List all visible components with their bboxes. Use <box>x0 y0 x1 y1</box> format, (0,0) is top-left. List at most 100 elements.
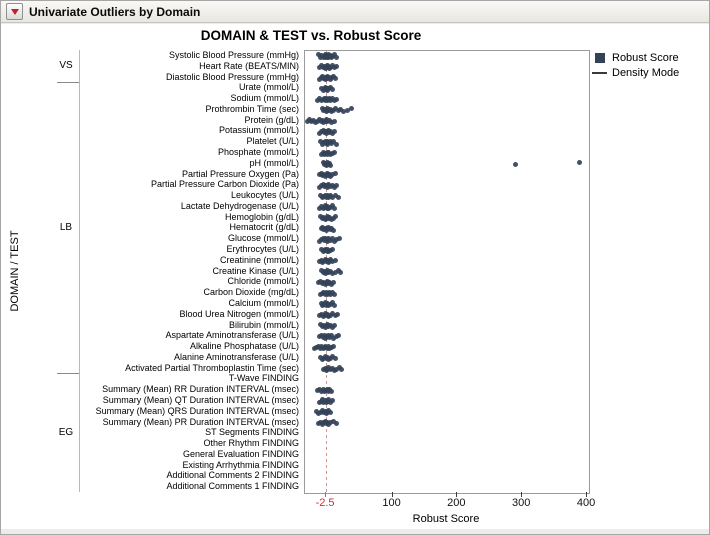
y-axis-row-label[interactable]: Diastolic Blood Pressure (mmHg) <box>89 72 299 83</box>
data-point[interactable] <box>332 303 337 308</box>
domain-group-label[interactable]: VS <box>53 60 79 71</box>
data-point[interactable] <box>328 410 333 415</box>
data-point[interactable] <box>335 312 340 317</box>
data-point[interactable] <box>328 163 333 168</box>
y-axis-row-label[interactable]: Creatinine (mmol/L) <box>89 255 299 266</box>
x-axis-tick-label[interactable]: 100 <box>372 497 412 509</box>
y-axis-row-label[interactable]: Sodium (mmol/L) <box>89 93 299 104</box>
y-axis-row-label[interactable]: Platelet (U/L) <box>89 136 299 147</box>
data-point[interactable] <box>333 214 338 219</box>
y-axis-row-label[interactable]: Carbon Dioxide (mg/dL) <box>89 287 299 298</box>
domain-group-label[interactable]: EG <box>53 427 79 438</box>
square-glyph <box>595 53 605 63</box>
data-point[interactable] <box>329 389 334 394</box>
y-axis-row-label[interactable]: Alkaline Phosphatase (U/L) <box>89 341 299 352</box>
y-axis-row-label[interactable]: Systolic Blood Pressure (mmHg) <box>89 50 299 61</box>
y-axis-row-label[interactable]: Creatine Kinase (U/L) <box>89 266 299 277</box>
y-axis-row-label[interactable]: General Evaluation FINDING <box>89 449 299 460</box>
density-mode-line-icon <box>592 68 607 79</box>
data-point[interactable] <box>333 258 338 263</box>
y-axis-row-label[interactable]: Prothrombin Time (sec) <box>89 104 299 115</box>
y-axis-row-label[interactable]: Summary (Mean) RR Duration INTERVAL (mse… <box>89 384 299 395</box>
y-axis-row-label[interactable]: Additional Comments 2 FINDING <box>89 470 299 481</box>
data-point[interactable] <box>333 356 338 361</box>
y-axis-row-label[interactable]: Existing Arrhythmia FINDING <box>89 460 299 471</box>
data-point[interactable] <box>334 183 339 188</box>
data-point[interactable] <box>330 398 335 403</box>
data-point[interactable] <box>331 228 336 233</box>
data-point[interactable] <box>334 142 339 147</box>
y-axis-row-label[interactable]: Hematocrit (g/dL) <box>89 222 299 233</box>
y-axis-row-label[interactable]: Summary (Mean) QRS Duration INTERVAL (ms… <box>89 406 299 417</box>
y-axis-row-label[interactable]: Hemoglobin (g/dL) <box>89 212 299 223</box>
data-point[interactable] <box>336 333 341 338</box>
y-axis-row-label[interactable]: Activated Partial Thromboplastin Time (s… <box>89 363 299 374</box>
data-point[interactable] <box>332 129 337 134</box>
x-axis-title: Robust Score <box>304 513 588 525</box>
y-axis-row-label[interactable]: Glucose (mmol/L) <box>89 233 299 244</box>
data-point[interactable] <box>334 421 339 426</box>
data-point[interactable] <box>332 119 337 124</box>
domain-divider-tick <box>57 373 79 374</box>
data-point[interactable] <box>332 323 337 328</box>
chart-title: DOMAIN & TEST vs. Robust Score <box>31 28 591 43</box>
y-axis-row-label[interactable]: Erythrocytes (U/L) <box>89 244 299 255</box>
line-glyph <box>592 72 607 74</box>
data-point[interactable] <box>338 270 343 275</box>
legend-item[interactable]: Robust Score <box>592 52 679 64</box>
data-point[interactable] <box>330 247 335 252</box>
y-axis-row-label[interactable]: Urate (mmol/L) <box>89 82 299 93</box>
y-axis-row-label[interactable]: Calcium (mmol/L) <box>89 298 299 309</box>
screen: { "window": { "title": "Univariate Outli… <box>0 0 710 535</box>
x-axis-tick-label[interactable]: 200 <box>436 497 476 509</box>
plot-frame[interactable] <box>304 50 590 494</box>
robust-score-marker-icon <box>592 53 607 64</box>
x-axis-tick-label[interactable]: 400 <box>566 497 606 509</box>
data-point[interactable] <box>334 64 339 69</box>
report-title: Univariate Outliers by Domain <box>29 5 200 19</box>
y-axis-row-label[interactable]: Partial Pressure Carbon Dioxide (Pa) <box>89 179 299 190</box>
data-point[interactable] <box>333 171 338 176</box>
y-axis-row-label[interactable]: pH (mmol/L) <box>89 158 299 169</box>
y-axis-row-label[interactable]: Other Rhythm FINDING <box>89 438 299 449</box>
y-axis-row-label[interactable]: Summary (Mean) PR Duration INTERVAL (mse… <box>89 417 299 428</box>
y-axis-row-label[interactable]: Aspartate Aminotransferase (U/L) <box>89 330 299 341</box>
y-axis-row-label[interactable]: ST Segments FINDING <box>89 427 299 438</box>
data-point[interactable] <box>333 76 338 81</box>
x-axis-tick-label[interactable]: -2.5 <box>305 497 345 509</box>
y-axis-row-label[interactable]: Leukocytes (U/L) <box>89 190 299 201</box>
domain-divider-tick <box>57 82 79 83</box>
data-point[interactable] <box>336 195 341 200</box>
data-point[interactable] <box>332 150 337 155</box>
y-axis-row-label[interactable]: Potassium (mmol/L) <box>89 125 299 136</box>
y-axis-row-label[interactable]: Protein (g/dL) <box>89 115 299 126</box>
disclosure-button[interactable] <box>6 3 23 20</box>
data-point[interactable] <box>349 106 354 111</box>
data-point[interactable] <box>332 292 337 297</box>
y-axis-row-label[interactable]: Blood Urea Nitrogen (mmol/L) <box>89 309 299 320</box>
data-point[interactable] <box>337 236 342 241</box>
data-point[interactable] <box>513 162 518 167</box>
y-axis-row-label[interactable]: Alanine Aminotransferase (U/L) <box>89 352 299 363</box>
data-point[interactable] <box>331 280 336 285</box>
x-axis-tick-label[interactable]: 300 <box>501 497 541 509</box>
data-point[interactable] <box>334 97 339 102</box>
data-point[interactable] <box>577 160 582 165</box>
data-point[interactable] <box>331 344 336 349</box>
y-axis-row-label[interactable]: Lactate Dehydrogenase (U/L) <box>89 201 299 212</box>
y-axis-title: DOMAIN / TEST <box>9 230 21 311</box>
y-axis-row-label[interactable]: Summary (Mean) QT Duration INTERVAL (mse… <box>89 395 299 406</box>
y-axis-row-label[interactable]: Partial Pressure Oxygen (Pa) <box>89 169 299 180</box>
y-axis-row-label[interactable]: Phosphate (mmol/L) <box>89 147 299 158</box>
legend-item[interactable]: Density Mode <box>592 67 679 79</box>
y-axis-row-label[interactable]: Bilirubin (mmol/L) <box>89 320 299 331</box>
domain-group-label[interactable]: LB <box>53 222 79 233</box>
y-axis-row-label[interactable]: T-Wave FINDING <box>89 373 299 384</box>
data-point[interactable] <box>339 367 344 372</box>
data-point[interactable] <box>332 206 337 211</box>
data-point[interactable] <box>330 87 335 92</box>
y-axis-row-label[interactable]: Additional Comments 1 FINDING <box>89 481 299 492</box>
data-point[interactable] <box>334 55 339 60</box>
y-axis-row-label[interactable]: Chloride (mmol/L) <box>89 276 299 287</box>
y-axis-row-label[interactable]: Heart Rate (BEATS/MIN) <box>89 61 299 72</box>
